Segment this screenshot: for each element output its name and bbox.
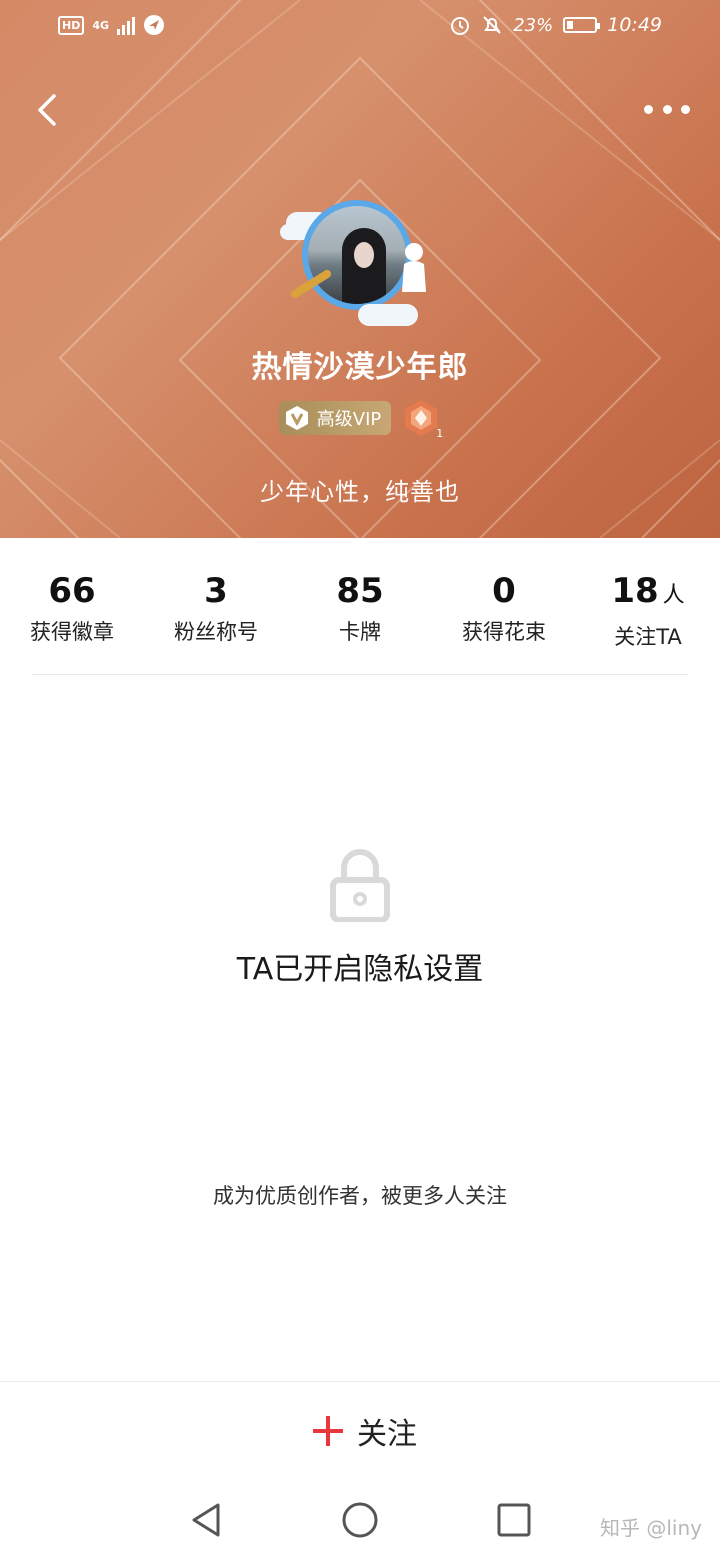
clock: 10:49 <box>607 14 662 36</box>
stat-value: 18 <box>611 571 659 611</box>
signal-icon <box>117 15 136 35</box>
stat-value: 3 <box>204 571 228 611</box>
app-notification-icon <box>144 15 165 35</box>
stat-fan-titles[interactable]: 3 粉丝称号 <box>146 570 286 646</box>
stat-label: 卡牌 <box>339 620 381 644</box>
vip-icon <box>285 406 308 430</box>
stat-value: 85 <box>336 571 384 611</box>
stat-value: 0 <box>492 571 516 611</box>
battery-icon <box>563 17 601 33</box>
stat-label: 粉丝称号 <box>174 620 258 644</box>
level-gem-icon <box>405 400 438 436</box>
badge-row: 高级VIP 1 <box>0 398 720 440</box>
nav-home-button[interactable] <box>340 1500 380 1540</box>
stats-row: 66 获得徽章 3 粉丝称号 85 卡牌 0 获得花束 18 人 关注TA <box>0 570 720 650</box>
circle-home-icon <box>342 1502 378 1538</box>
network-type: 4G <box>92 18 110 32</box>
stat-badges[interactable]: 66 获得徽章 <box>2 570 142 646</box>
stat-following[interactable]: 18 人 关注TA <box>578 570 718 651</box>
more-options-button[interactable] <box>644 96 690 122</box>
vip-badge[interactable]: 高级VIP <box>278 401 392 435</box>
level-badge[interactable]: 1 <box>401 398 444 440</box>
plus-icon <box>313 1416 343 1446</box>
frame-figure-decoration <box>402 243 426 292</box>
nav-recents-button[interactable] <box>494 1500 534 1540</box>
square-recents-icon <box>497 1503 531 1537</box>
battery-percent: 23% <box>513 14 554 36</box>
follow-button[interactable]: 关注 <box>300 1408 430 1454</box>
stat-cards[interactable]: 85 卡牌 <box>290 570 430 646</box>
lock-icon <box>330 849 390 922</box>
stat-unit: 人 <box>662 583 685 608</box>
profile-header: HD 4G 23% 10:49 热情沙漠少年郎 高级VIP 1 少年心性，纯善也 <box>0 0 720 538</box>
profile-bio: 少年心性，纯善也 <box>260 478 460 506</box>
chevron-left-icon <box>38 94 56 126</box>
creator-prompt: 成为优质创作者，被更多人关注 <box>213 1184 507 1208</box>
privacy-message: TA已开启隐私设置 <box>236 952 484 987</box>
follow-label: 关注 <box>357 1417 417 1452</box>
watermark: 知乎 @liny <box>600 1516 702 1540</box>
stat-label: 获得徽章 <box>30 620 114 644</box>
bottom-action-bar: 关注 <box>0 1381 720 1482</box>
back-button[interactable] <box>30 92 66 128</box>
nav-back-button[interactable] <box>186 1500 226 1540</box>
vip-label: 高级VIP <box>316 409 382 430</box>
stat-label: 获得花束 <box>462 620 546 644</box>
status-bar: HD 4G 23% 10:49 <box>0 0 720 54</box>
hd-indicator: HD <box>58 15 85 35</box>
divider <box>32 674 688 675</box>
triangle-back-icon <box>192 1503 220 1537</box>
username: 热情沙漠少年郎 <box>251 350 469 385</box>
stat-label: 关注TA <box>614 625 682 649</box>
avatar[interactable] <box>278 184 444 340</box>
level-number: 1 <box>436 427 444 440</box>
stat-bouquets[interactable]: 0 获得花束 <box>434 570 574 646</box>
alarm-icon <box>451 17 470 35</box>
stat-value: 66 <box>48 571 96 611</box>
mute-bell-icon <box>483 16 501 34</box>
